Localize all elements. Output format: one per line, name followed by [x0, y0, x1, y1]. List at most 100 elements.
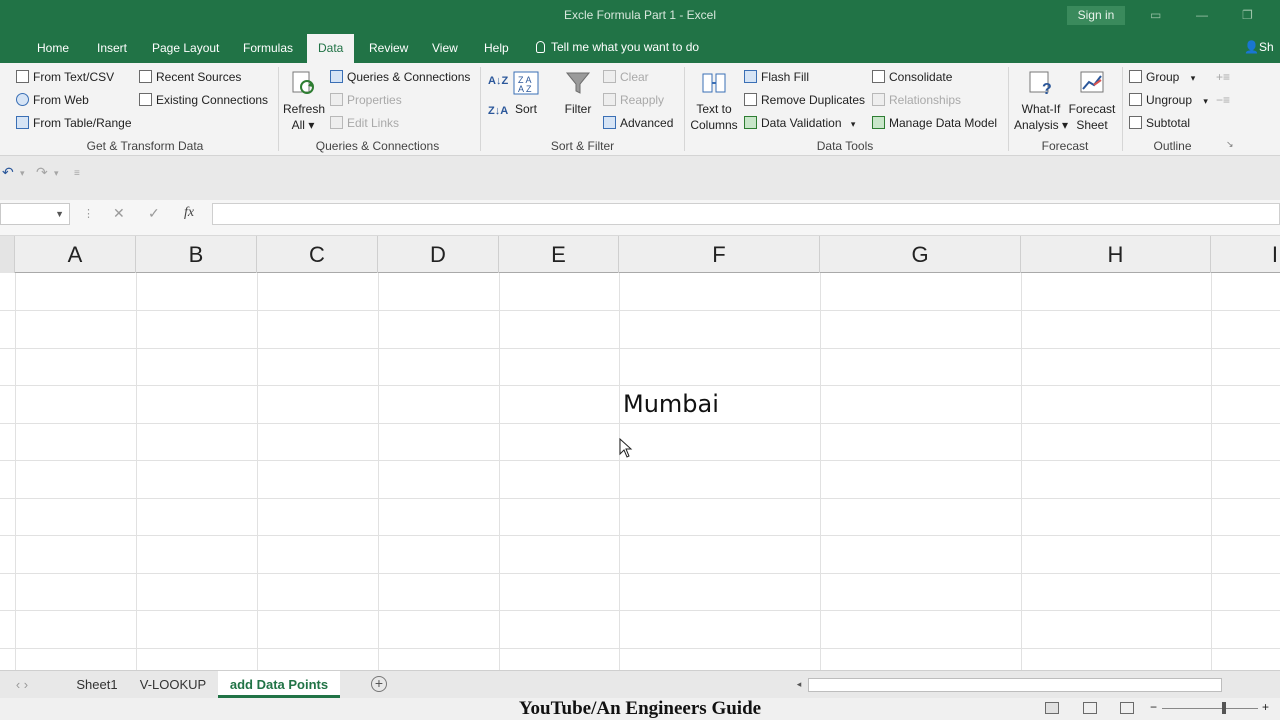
zoom-out-icon[interactable]: − [1150, 700, 1157, 714]
svg-text:?: ? [1042, 81, 1052, 97]
recent-sources-label: Recent Sources [156, 70, 242, 84]
existing-connections-button[interactable]: Existing Connections [139, 93, 268, 107]
enter-icon[interactable]: ✓ [148, 205, 160, 222]
forecast-sheet-button[interactable]: Forecast Sheet [1068, 69, 1116, 133]
formula-input[interactable] [212, 203, 1280, 225]
tell-me-search[interactable]: Tell me what you want to do [536, 40, 699, 54]
undo-icon[interactable]: ↶ [2, 164, 14, 181]
dialog-launcher-icon[interactable]: ↘ [1226, 139, 1234, 150]
what-if-icon: ? [1029, 71, 1052, 97]
minimize-icon[interactable]: — [1196, 8, 1212, 22]
page-break-preview-icon[interactable] [1120, 702, 1134, 714]
group-button[interactable]: Group ▾ [1129, 70, 1195, 84]
show-detail-icon[interactable]: +≡ [1216, 70, 1230, 84]
properties-button[interactable]: Properties [330, 93, 402, 107]
relationships-button[interactable]: Relationships [872, 93, 961, 107]
manage-data-model-button[interactable]: Manage Data Model [872, 116, 997, 130]
from-web-button[interactable]: From Web [16, 93, 89, 107]
normal-view-icon[interactable] [1045, 702, 1059, 714]
sort-ascending-button[interactable]: A↓Z [488, 75, 508, 87]
group-label-forecast: Forecast [1041, 139, 1089, 153]
data-validation-label: Data Validation [761, 116, 842, 130]
restore-icon[interactable]: ❐ [1242, 8, 1258, 22]
column-header-g[interactable]: G [820, 236, 1021, 273]
name-box[interactable]: ▼ [0, 203, 70, 225]
text-to-columns-button[interactable]: Text to Columns [688, 69, 740, 133]
tab-review[interactable]: Review [369, 41, 408, 55]
tab-help[interactable]: Help [484, 41, 509, 55]
zoom-in-icon[interactable]: + [1262, 700, 1269, 714]
data-validation-button[interactable]: Data Validation ▾ [744, 116, 855, 130]
zoom-slider-handle[interactable] [1222, 702, 1226, 714]
chevron-down-icon[interactable]: ▾ [1191, 73, 1196, 83]
column-header-a[interactable]: A [15, 236, 136, 273]
ribbon-separator [278, 67, 279, 151]
redo-icon[interactable]: ↷ [36, 164, 48, 181]
undo-dropdown-icon[interactable]: ▾ [20, 168, 25, 179]
ribbon-display-icon[interactable]: ▭ [1150, 8, 1166, 22]
add-sheet-icon[interactable]: + [371, 676, 387, 692]
grid-line [0, 498, 1280, 499]
flash-fill-button[interactable]: Flash Fill [744, 70, 809, 84]
sheet-tab-bar: ‹ › Sheet1 V-LOOKUP add Data Points + ◂ [0, 670, 1280, 698]
refresh-all-button[interactable]: Refresh All ▾ [283, 69, 325, 133]
tab-insert[interactable]: Insert [97, 41, 127, 55]
sheet-tab-sheet1[interactable]: Sheet1 [66, 671, 128, 698]
column-header-h[interactable]: H [1021, 236, 1211, 273]
remove-duplicates-button[interactable]: Remove Duplicates [744, 93, 865, 107]
advanced-filter-button[interactable]: Advanced [603, 116, 673, 130]
horizontal-scrollbar[interactable] [808, 678, 1222, 692]
page-layout-view-icon[interactable] [1083, 702, 1097, 714]
tab-view[interactable]: View [432, 41, 458, 55]
ungroup-button[interactable]: Ungroup ▾ [1129, 93, 1208, 107]
sign-in-button[interactable]: Sign in [1067, 6, 1125, 25]
column-header-f[interactable]: F [619, 236, 820, 273]
insert-function-icon[interactable]: fx [184, 205, 194, 221]
chevron-down-icon[interactable]: ▼ [55, 209, 64, 219]
cancel-icon[interactable]: ✕ [113, 205, 125, 222]
sheet-tab-v-lookup[interactable]: V-LOOKUP [130, 671, 216, 698]
customize-qat-icon[interactable]: ≡ [74, 168, 80, 179]
filter-button[interactable]: Filter [560, 69, 596, 117]
column-header-d[interactable]: D [378, 236, 499, 273]
sort-descending-button[interactable]: Z↓A [488, 105, 508, 117]
consolidate-button[interactable]: Consolidate [872, 70, 952, 84]
column-header-c[interactable]: C [257, 236, 378, 273]
scroll-left-icon[interactable]: ◂ [792, 671, 806, 698]
from-text-csv-button[interactable]: From Text/CSV [16, 70, 114, 84]
edit-links-button[interactable]: Edit Links [330, 116, 399, 130]
tab-home[interactable]: Home [37, 41, 69, 55]
worksheet-grid[interactable]: Mumbai [0, 273, 1280, 670]
subtotal-button[interactable]: Subtotal [1129, 116, 1190, 130]
recent-sources-button[interactable]: Recent Sources [139, 70, 241, 84]
chevron-down-icon[interactable]: ▾ [851, 119, 856, 129]
sort-button[interactable]: Z AA Z Sort [510, 69, 542, 117]
share-button[interactable]: 👤Sh [1244, 40, 1274, 54]
column-header-i[interactable]: I [1211, 236, 1280, 273]
tab-page-layout[interactable]: Page Layout [152, 41, 219, 55]
share-label: Sh [1258, 40, 1274, 54]
zoom-slider[interactable] [1162, 708, 1258, 709]
sheet-nav-icon[interactable]: ‹ › [12, 671, 32, 698]
queries-connections-button[interactable]: Queries & Connections [330, 70, 470, 84]
advanced-filter-icon [603, 116, 616, 129]
hide-detail-icon[interactable]: −≡ [1216, 93, 1230, 107]
column-header-b[interactable]: B [136, 236, 257, 273]
tab-data[interactable]: Data [307, 34, 355, 63]
from-table-range-button[interactable]: From Table/Range [16, 116, 132, 130]
column-header-e[interactable]: E [499, 236, 619, 273]
what-if-analysis-button[interactable]: ? What-If Analysis ▾ [1013, 69, 1069, 133]
sort-label: Sort [514, 102, 537, 116]
clear-filter-button[interactable]: Clear [603, 70, 649, 84]
remove-duplicates-label: Remove Duplicates [761, 93, 866, 107]
cell-f4-value[interactable]: Mumbai [623, 390, 719, 418]
chevron-down-icon[interactable]: ▾ [1203, 96, 1208, 106]
redo-dropdown-icon[interactable]: ▾ [54, 168, 59, 179]
reapply-button[interactable]: Reapply [603, 93, 664, 107]
select-all-corner[interactable] [0, 236, 15, 273]
ribbon-separator [1122, 67, 1123, 151]
tab-formulas[interactable]: Formulas [243, 41, 293, 55]
from-web-label: From Web [33, 93, 89, 107]
ribbon-separator [1008, 67, 1009, 151]
sheet-tab-add-data-points[interactable]: add Data Points [218, 671, 340, 698]
